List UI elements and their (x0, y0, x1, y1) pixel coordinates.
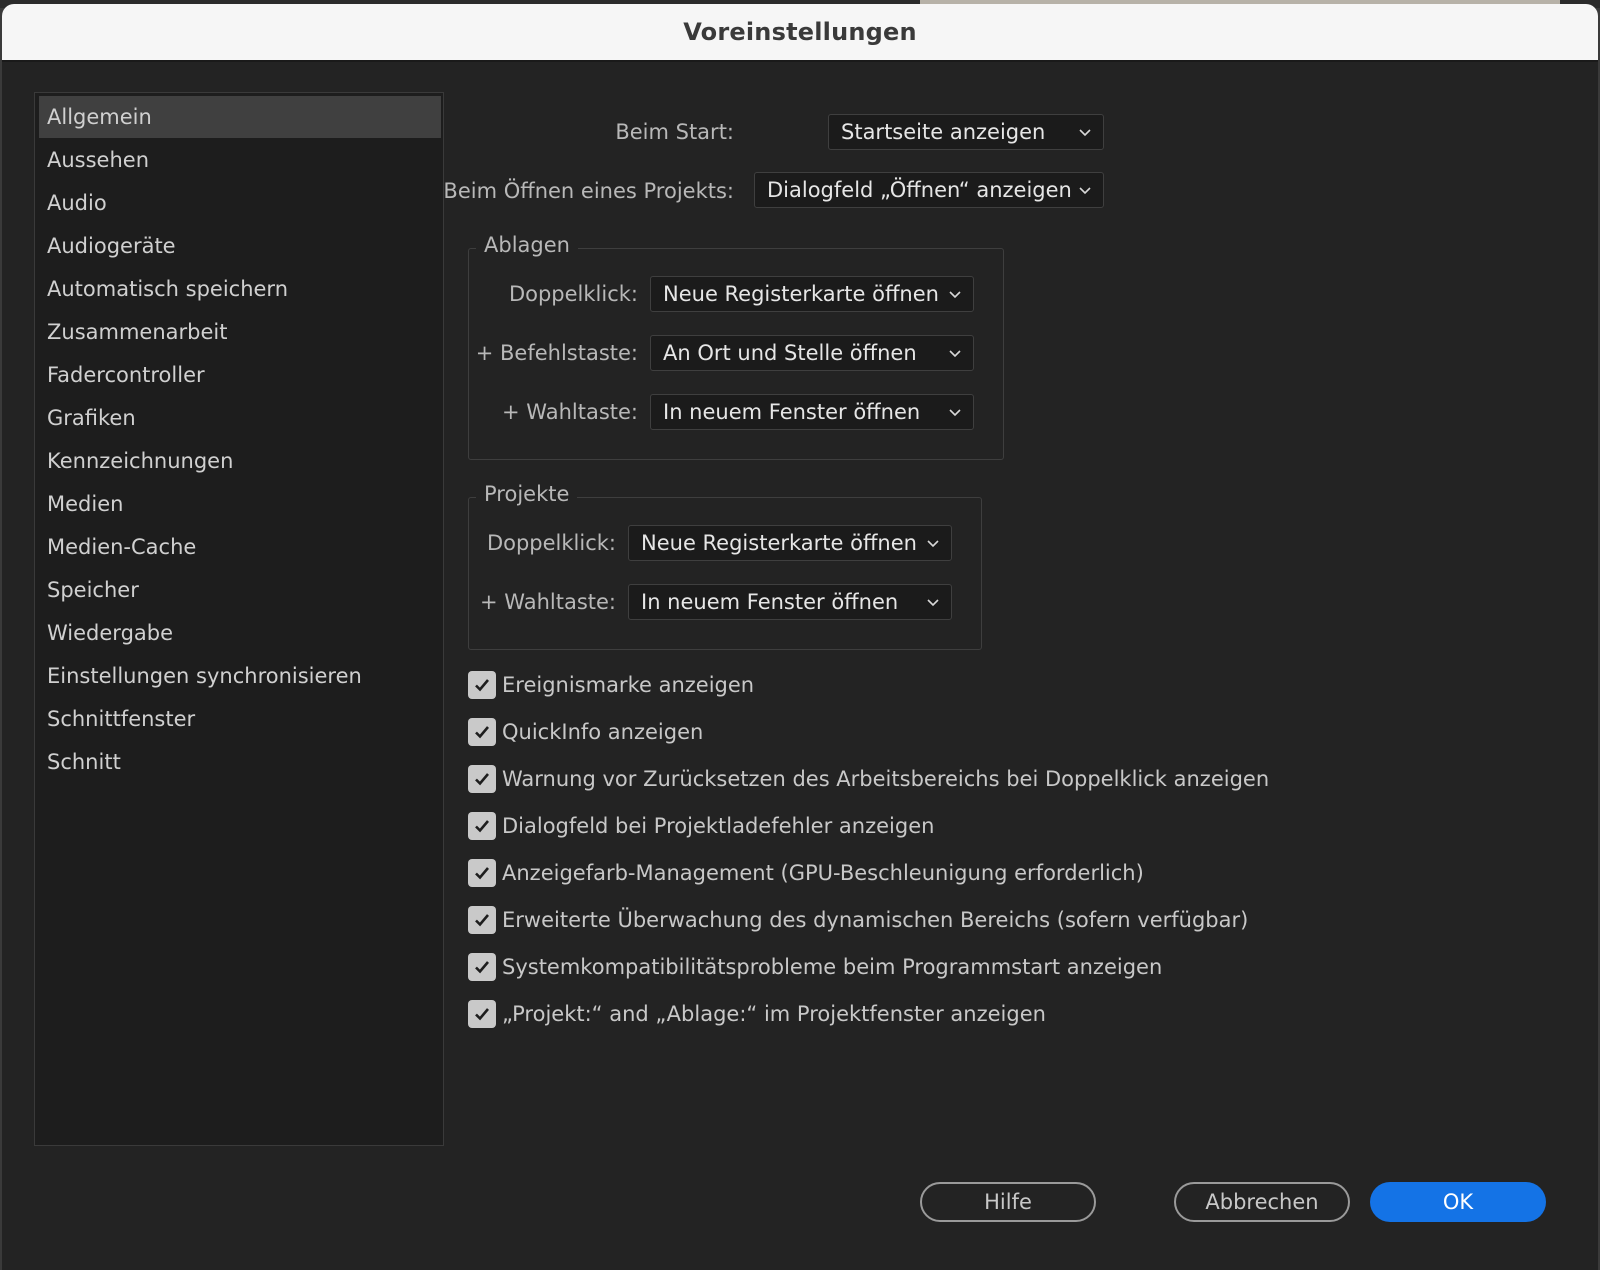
bins-cmd-value: An Ort und Stelle öffnen (663, 341, 917, 365)
checkbox-checked-icon[interactable] (468, 1000, 496, 1028)
sidebar-item-automatisch-speichern[interactable]: Automatisch speichern (39, 268, 441, 310)
preferences-dialog: Voreinstellungen Allgemein Aussehen Audi… (2, 4, 1598, 1270)
bins-double-click-select[interactable]: Neue Registerkarte öffnen (650, 276, 974, 312)
sidebar-item-fadercontroller[interactable]: Fadercontroller (39, 354, 441, 396)
checkbox-warnung-arbeitsbereich[interactable]: Warnung vor Zurücksetzen des Arbeitsbere… (468, 764, 1269, 794)
checkbox-projektladefehler[interactable]: Dialogfeld bei Projektladefehler anzeige… (468, 811, 934, 841)
sidebar-item-audio[interactable]: Audio (39, 182, 441, 224)
category-list: Allgemein Aussehen Audio Audiogeräte Aut… (34, 92, 444, 1146)
sidebar-item-audiogeraete[interactable]: Audiogeräte (39, 225, 441, 267)
checkbox-checked-icon[interactable] (468, 671, 496, 699)
checkbox-checked-icon[interactable] (468, 812, 496, 840)
on-open-project-select[interactable]: Dialogfeld „Öffnen“ anzeigen (754, 172, 1104, 208)
checkbox-label: QuickInfo anzeigen (502, 720, 704, 744)
sidebar-item-medien-cache[interactable]: Medien-Cache (39, 526, 441, 568)
bins-legend: Ablagen (476, 233, 578, 257)
sidebar-item-wiedergabe[interactable]: Wiedergabe (39, 612, 441, 654)
sidebar-item-speicher[interactable]: Speicher (39, 569, 441, 611)
chevron-down-icon (949, 350, 961, 358)
sidebar-item-kennzeichnungen[interactable]: Kennzeichnungen (39, 440, 441, 482)
sidebar-item-grafiken[interactable]: Grafiken (39, 397, 441, 439)
chevron-down-icon (927, 599, 939, 607)
sidebar-item-allgemein[interactable]: Allgemein (39, 96, 441, 138)
projects-opt-label: + Wahltaste: (480, 590, 616, 614)
sidebar-item-schnittfenster[interactable]: Schnittfenster (39, 698, 441, 740)
checkbox-anzeigefarb-management[interactable]: Anzeigefarb-Management (GPU-Beschleunigu… (468, 858, 1144, 888)
bins-cmd-label: + Befehlstaste: (475, 341, 638, 365)
sidebar-item-aussehen[interactable]: Aussehen (39, 139, 441, 181)
checkbox-checked-icon[interactable] (468, 718, 496, 746)
on-start-label: Beim Start: (615, 120, 734, 144)
chevron-down-icon (949, 291, 961, 299)
bins-cmd-select[interactable]: An Ort und Stelle öffnen (650, 335, 974, 371)
chevron-down-icon (1079, 187, 1091, 195)
bins-opt-select[interactable]: In neuem Fenster öffnen (650, 394, 974, 430)
checkbox-label: Systemkompatibilitätsprobleme beim Progr… (502, 955, 1163, 979)
checkbox-systemkompatibilitaet[interactable]: Systemkompatibilitätsprobleme beim Progr… (468, 952, 1162, 982)
bins-opt-label: + Wahltaste: (502, 400, 638, 424)
on-open-project-value: Dialogfeld „Öffnen“ anzeigen (767, 178, 1072, 202)
bins-double-click-label: Doppelklick: (508, 282, 638, 306)
on-start-value: Startseite anzeigen (841, 120, 1046, 144)
checkbox-label: „Projekt:“ and „Ablage:“ im Projektfenst… (502, 1002, 1046, 1026)
on-start-select[interactable]: Startseite anzeigen (828, 114, 1104, 150)
chevron-down-icon (949, 409, 961, 417)
checkbox-checked-icon[interactable] (468, 859, 496, 887)
checkbox-ereignismarke[interactable]: Ereignismarke anzeigen (468, 670, 754, 700)
checkbox-checked-icon[interactable] (468, 906, 496, 934)
sidebar-item-einstellungen-synchronisieren[interactable]: Einstellungen synchronisieren (39, 655, 441, 697)
checkbox-label: Dialogfeld bei Projektladefehler anzeige… (502, 814, 935, 838)
on-open-project-label: Beim Öffnen eines Projekts: (443, 179, 734, 203)
sidebar-item-zusammenarbeit[interactable]: Zusammenarbeit (39, 311, 441, 353)
checkbox-label: Erweiterte Überwachung des dynamischen B… (502, 908, 1249, 932)
bins-opt-value: In neuem Fenster öffnen (663, 400, 921, 424)
cancel-button[interactable]: Abbrechen (1174, 1182, 1350, 1222)
checkbox-label: Anzeigefarb-Management (GPU-Beschleunigu… (502, 861, 1144, 885)
projects-double-click-label: Doppelklick: (486, 531, 616, 555)
title-bar: Voreinstellungen (2, 4, 1598, 62)
checkbox-checked-icon[interactable] (468, 953, 496, 981)
projects-double-click-value: Neue Registerkarte öffnen (641, 531, 917, 555)
projects-legend: Projekte (476, 482, 578, 506)
checkbox-label: Warnung vor Zurücksetzen des Arbeitsbere… (502, 767, 1270, 791)
checkbox-projekt-ablage-anzeigen[interactable]: „Projekt:“ and „Ablage:“ im Projektfenst… (468, 999, 1046, 1029)
ok-button[interactable]: OK (1370, 1182, 1546, 1222)
checkbox-dynamischer-bereich[interactable]: Erweiterte Überwachung des dynamischen B… (468, 905, 1248, 935)
projects-opt-select[interactable]: In neuem Fenster öffnen (628, 584, 952, 620)
checkbox-checked-icon[interactable] (468, 765, 496, 793)
projects-opt-value: In neuem Fenster öffnen (641, 590, 899, 614)
chevron-down-icon (927, 540, 939, 548)
checkbox-quickinfo[interactable]: QuickInfo anzeigen (468, 717, 703, 747)
projects-group (468, 497, 982, 650)
sidebar-item-schnitt[interactable]: Schnitt (39, 741, 441, 783)
window-title: Voreinstellungen (683, 18, 917, 46)
checkbox-label: Ereignismarke anzeigen (502, 673, 755, 697)
chevron-down-icon (1079, 129, 1091, 137)
sidebar-item-medien[interactable]: Medien (39, 483, 441, 525)
help-button[interactable]: Hilfe (920, 1182, 1096, 1222)
projects-double-click-select[interactable]: Neue Registerkarte öffnen (628, 525, 952, 561)
bins-double-click-value: Neue Registerkarte öffnen (663, 282, 939, 306)
